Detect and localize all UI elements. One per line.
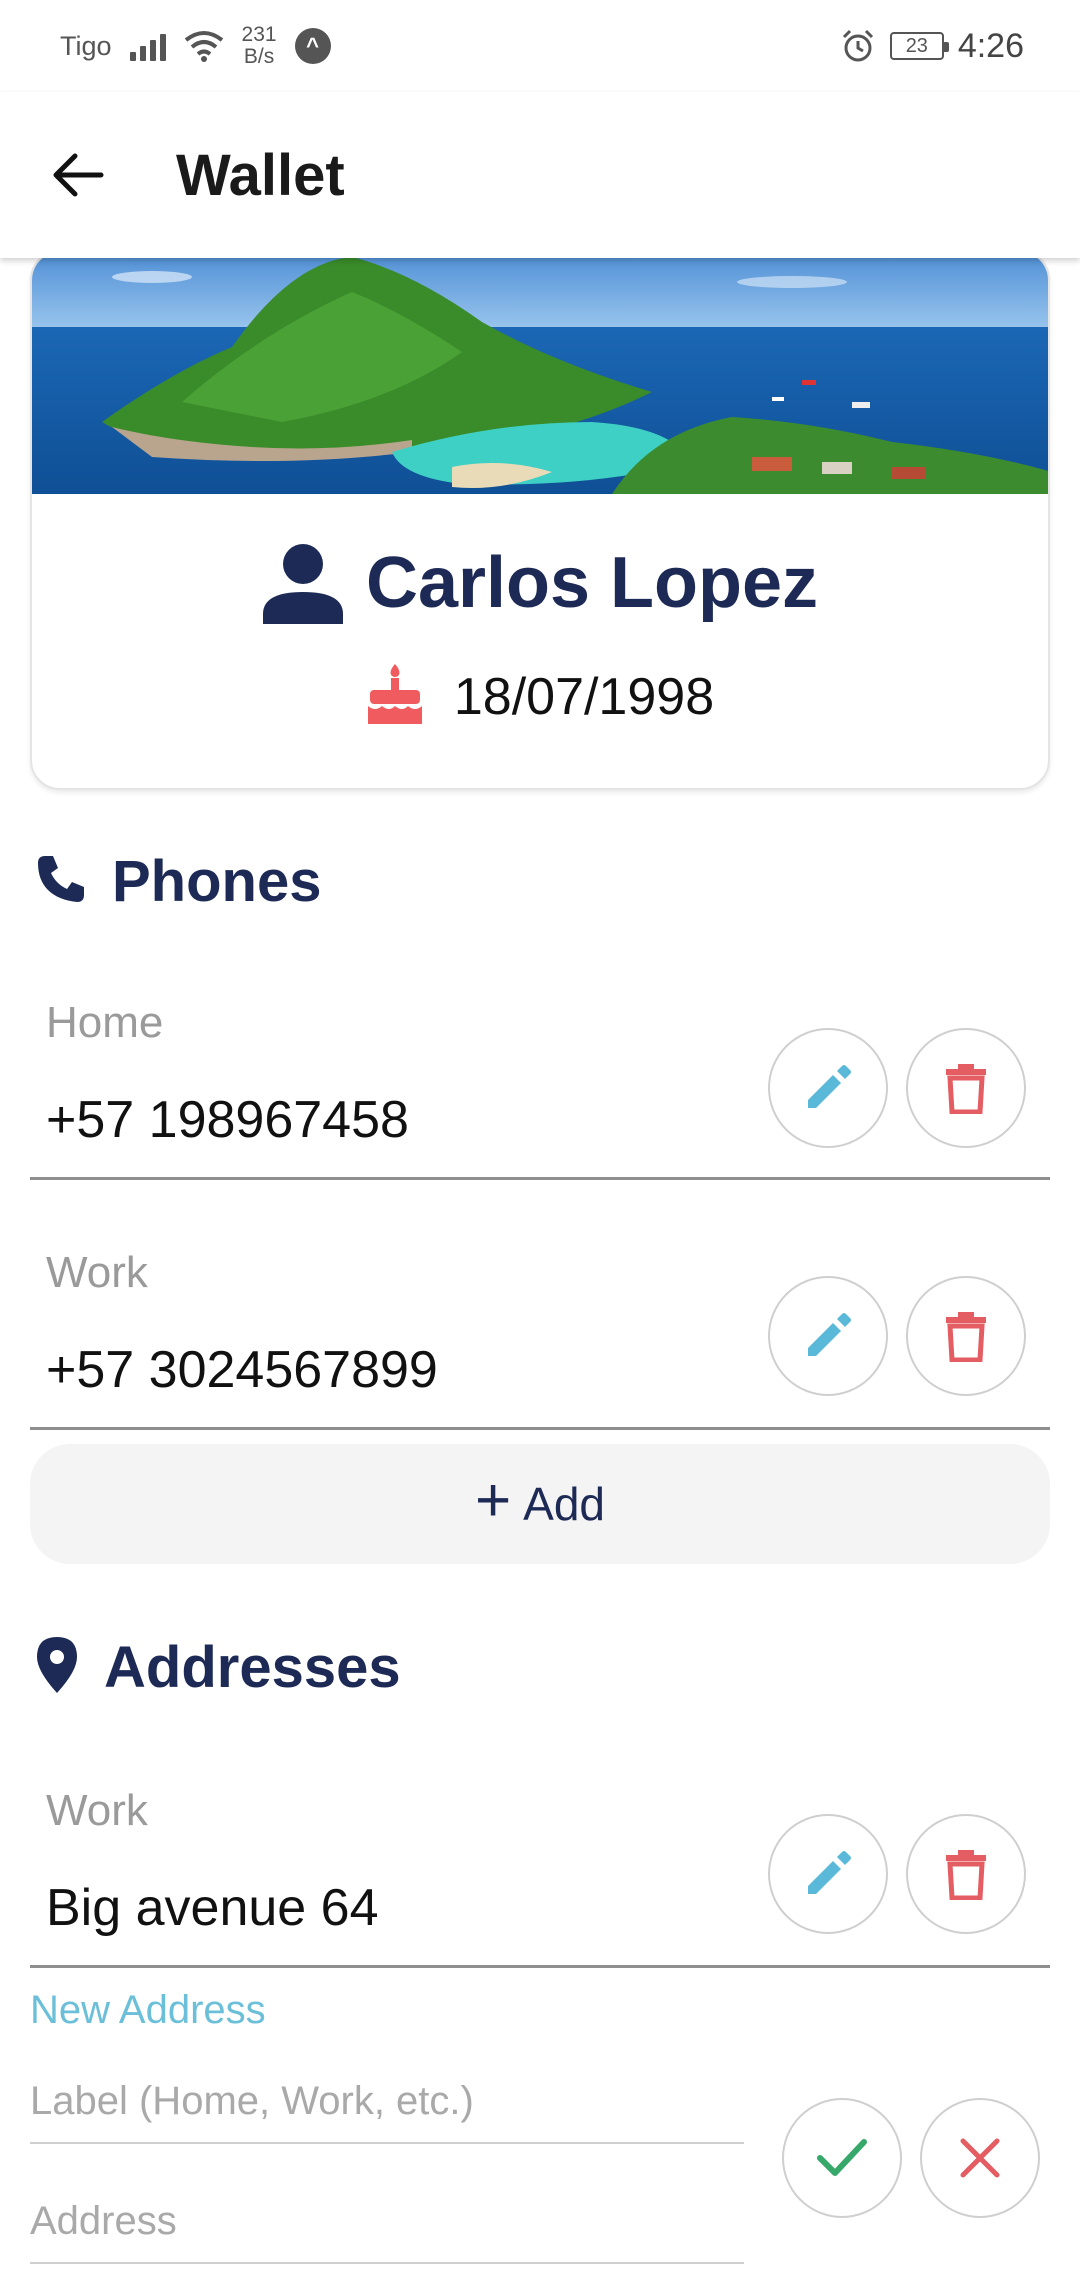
birthdate: 18/07/1998 — [453, 667, 715, 726]
carrier-name: Tigo — [60, 30, 112, 61]
phone-label: Work — [46, 1248, 148, 1297]
pencil-icon — [808, 1313, 851, 1356]
edit-address-button[interactable] — [768, 1814, 888, 1934]
phone-number: +57 3024567899 — [46, 1341, 438, 1399]
addresses-section-title: Addresses — [34, 1634, 401, 1701]
alarm-icon — [840, 28, 876, 64]
address-label-input[interactable] — [30, 2060, 744, 2142]
profile-banner-image — [32, 252, 1048, 494]
phone-number: +57 198967458 — [46, 1091, 409, 1149]
cake-icon — [366, 662, 424, 731]
wifi-icon — [184, 30, 224, 62]
battery-icon: 23 — [889, 32, 949, 60]
navigation-app-icon: ^ — [294, 28, 331, 64]
address-entry-work: Work Big avenue 64 — [30, 1768, 1050, 1968]
status-bar: Tigo 231 B/s ^ 23 4:26 — [0, 0, 1080, 92]
network-speed: 231 B/s — [242, 24, 277, 68]
address-label: Work — [46, 1786, 148, 1835]
arrow-left-icon[interactable] — [38, 135, 118, 215]
app-bar: Wallet — [0, 92, 1080, 258]
map-pin-icon — [34, 1635, 80, 1700]
address-value-field — [30, 2180, 744, 2264]
clock: 4:26 — [957, 26, 1024, 65]
speed-value: 231 — [241, 23, 277, 46]
birthdate-row: 18/07/1998 — [32, 662, 1048, 731]
phone-icon — [34, 852, 88, 911]
delete-phone-button[interactable] — [906, 1028, 1026, 1148]
trash-icon — [946, 1850, 986, 1900]
cancel-address-button[interactable] — [920, 2098, 1040, 2218]
trash-icon — [946, 1064, 986, 1114]
pencil-icon — [808, 1065, 851, 1108]
speed-unit: B/s — [243, 45, 275, 68]
add-phone-button[interactable]: + Add — [30, 1444, 1050, 1564]
delete-phone-button[interactable] — [906, 1276, 1026, 1396]
status-right: 23 4:26 — [840, 27, 1024, 66]
profile-card: Carlos Lopez 18/07/1998 — [30, 250, 1050, 790]
phone-entry-work: Work +57 3024567899 — [30, 1230, 1050, 1430]
phones-title: Phones — [112, 849, 322, 914]
addresses-title: Addresses — [104, 1635, 401, 1700]
status-left: Tigo 231 B/s ^ — [60, 24, 331, 68]
delete-address-button[interactable] — [906, 1814, 1026, 1934]
plus-icon: + — [474, 1466, 512, 1535]
trash-icon — [946, 1312, 986, 1362]
phone-entry-home: Home +57 198967458 — [30, 980, 1050, 1180]
edit-phone-button[interactable] — [768, 1276, 888, 1396]
page-title: Wallet — [176, 142, 345, 208]
new-address-title: New Address — [30, 1988, 266, 2032]
address-input[interactable] — [30, 2180, 744, 2262]
address-label-field — [30, 2060, 744, 2144]
check-icon — [817, 2139, 867, 2176]
signal-icon — [129, 31, 166, 61]
person-icon — [262, 542, 344, 624]
profile-name: Carlos Lopez — [365, 543, 819, 623]
pencil-icon — [808, 1851, 851, 1894]
phone-label: Home — [46, 998, 164, 1047]
phones-section-title: Phones — [34, 848, 322, 915]
confirm-address-button[interactable] — [782, 2098, 902, 2218]
close-icon — [960, 2138, 1000, 2178]
address-value: Big avenue 64 — [46, 1879, 379, 1937]
name-row: Carlos Lopez — [32, 542, 1048, 624]
add-label: Add — [523, 1478, 606, 1530]
edit-phone-button[interactable] — [768, 1028, 888, 1148]
